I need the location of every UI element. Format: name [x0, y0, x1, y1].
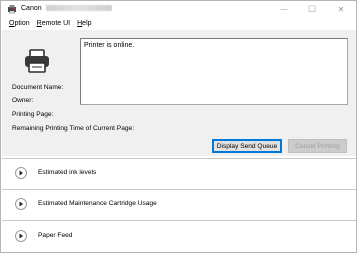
- play-triangle-icon: [19, 233, 23, 239]
- close-icon: ✕: [337, 4, 345, 14]
- maximize-button[interactable]: ☐: [300, 1, 324, 17]
- expand-maintenance-cartridge-button[interactable]: [15, 198, 27, 210]
- menu-option-label: ption: [14, 20, 30, 27]
- paper-feed-label: Paper Feed: [38, 232, 73, 239]
- owner-label: Owner:: [12, 97, 34, 104]
- document-name-label: Document Name:: [12, 84, 64, 91]
- canon-printer-app-icon: [8, 5, 16, 14]
- menu-option[interactable]: Option: [9, 20, 30, 27]
- menu-remote-ui[interactable]: Remote UI: [37, 20, 70, 27]
- cancel-printing-button[interactable]: Cancel Printing: [288, 139, 347, 153]
- close-button[interactable]: ✕: [329, 1, 353, 17]
- printer-status-window: Canon — ☐ ✕ Option Remote UI Help Printe…: [0, 0, 357, 253]
- minimize-button[interactable]: —: [272, 1, 296, 17]
- menu-bar: Option Remote UI Help: [1, 17, 356, 30]
- section-ink-levels[interactable]: Estimated ink levels: [2, 158, 356, 187]
- menu-help[interactable]: Help: [77, 20, 91, 27]
- display-send-queue-label: Display Send Queue: [216, 142, 278, 150]
- status-message-box: Printer is online.: [80, 38, 348, 105]
- window-title: Canon: [21, 5, 112, 12]
- expand-ink-levels-button[interactable]: [15, 167, 27, 179]
- status-message: Printer is online.: [84, 42, 135, 49]
- maximize-icon: ☐: [307, 3, 317, 14]
- printing-page-label: Printing Page:: [12, 111, 54, 118]
- display-send-queue-button[interactable]: Display Send Queue: [212, 139, 282, 153]
- title-bar: Canon — ☐ ✕: [1, 1, 356, 17]
- cancel-printing-label: Cancel Printing: [295, 142, 340, 150]
- menu-remote-ui-label: emote UI: [41, 20, 71, 27]
- window-title-label: Canon: [21, 5, 42, 12]
- ink-levels-label: Estimated ink levels: [38, 169, 97, 176]
- maintenance-cartridge-label: Estimated Maintenance Cartridge Usage: [38, 200, 157, 207]
- play-triangle-icon: [19, 201, 23, 207]
- menu-help-label: elp: [82, 20, 92, 27]
- section-maintenance-cartridge[interactable]: Estimated Maintenance Cartridge Usage: [2, 189, 356, 218]
- play-triangle-icon: [19, 170, 23, 176]
- expand-paper-feed-button[interactable]: [15, 230, 27, 242]
- minimize-icon: —: [280, 5, 288, 13]
- status-panel: Printer is online. Document Name: Owner:…: [2, 30, 356, 156]
- section-paper-feed[interactable]: Paper Feed: [2, 220, 356, 252]
- redacted-model-name: [45, 5, 112, 12]
- remaining-time-label: Remaining Printing Time of Current Page:: [12, 125, 135, 132]
- printer-icon: [25, 49, 49, 73]
